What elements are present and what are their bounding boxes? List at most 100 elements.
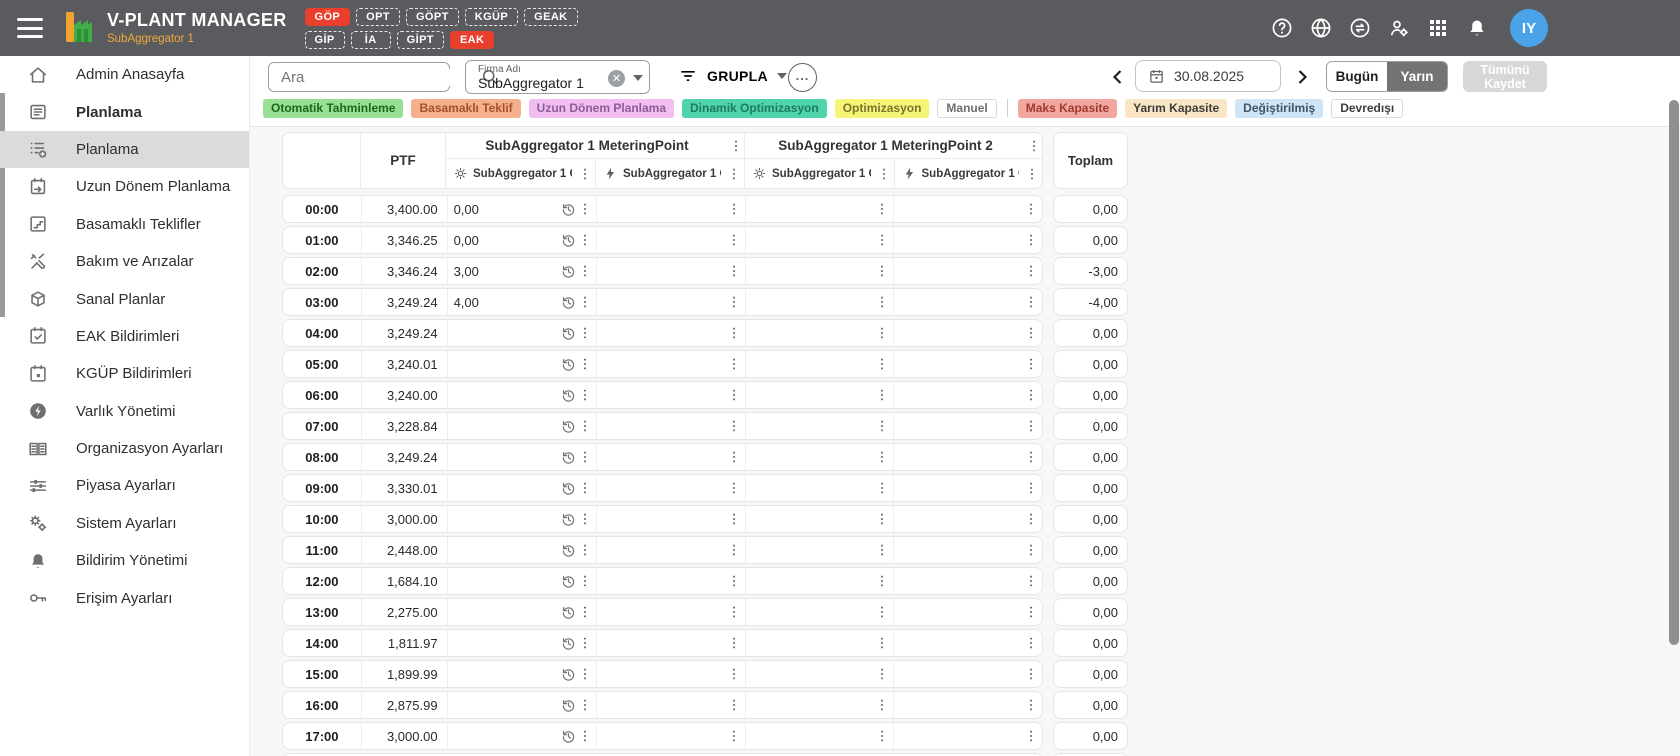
- sidebar-item-5[interactable]: Bakım ve Arızalar: [0, 243, 249, 280]
- history-icon[interactable]: [560, 201, 577, 218]
- kebab-icon[interactable]: [726, 510, 742, 528]
- sidebar-item-2[interactable]: Planlama: [0, 131, 249, 168]
- plan-value-cell[interactable]: [745, 630, 894, 656]
- kebab-icon[interactable]: [874, 386, 890, 404]
- history-icon[interactable]: [560, 449, 577, 466]
- kebab-icon[interactable]: [726, 727, 742, 745]
- avatar[interactable]: IY: [1510, 9, 1548, 47]
- kebab-icon[interactable]: [726, 386, 742, 404]
- sidebar-item-0[interactable]: Admin Anasayfa: [0, 56, 249, 93]
- kebab-icon[interactable]: [577, 417, 593, 435]
- plan-value-cell[interactable]: [596, 692, 745, 718]
- plan-value-cell[interactable]: [448, 351, 597, 377]
- history-icon[interactable]: [560, 387, 577, 404]
- kebab-icon[interactable]: [577, 727, 593, 745]
- sidebar-item-9[interactable]: Varlık Yönetimi: [0, 393, 249, 430]
- sidebar-item-13[interactable]: Bildirim Yönetimi: [0, 542, 249, 579]
- plan-value-cell[interactable]: 3,00: [448, 258, 597, 284]
- filter-chip[interactable]: Basamaklı Teklif: [411, 99, 520, 118]
- sidebar-item-11[interactable]: Piyasa Ayarları: [0, 467, 249, 504]
- plan-value-cell[interactable]: [596, 568, 745, 594]
- tomorrow-button[interactable]: Yarın: [1387, 62, 1447, 91]
- kebab-icon[interactable]: [1023, 417, 1039, 435]
- kebab-icon[interactable]: [1023, 479, 1039, 497]
- plan-value-cell[interactable]: [893, 227, 1042, 253]
- plan-value-cell[interactable]: [596, 661, 745, 687]
- kebab-icon[interactable]: [874, 603, 890, 621]
- kebab-icon[interactable]: [1026, 137, 1042, 155]
- history-icon[interactable]: [560, 542, 577, 559]
- kebab-icon[interactable]: [726, 355, 742, 373]
- history-icon[interactable]: [560, 728, 577, 745]
- kebab-icon[interactable]: [577, 355, 593, 373]
- filter-chip[interactable]: Değiştirilmiş: [1235, 99, 1323, 118]
- history-icon[interactable]: [560, 232, 577, 249]
- plan-value-cell[interactable]: [596, 382, 745, 408]
- plan-value-cell[interactable]: [448, 630, 597, 656]
- plan-value-cell[interactable]: 0,00: [448, 227, 597, 253]
- plan-value-cell[interactable]: 0,00: [448, 196, 597, 222]
- history-icon[interactable]: [560, 325, 577, 342]
- tab-eak[interactable]: EAK: [450, 31, 494, 49]
- tab-göpt[interactable]: GÖPT: [406, 8, 459, 26]
- kebab-icon[interactable]: [876, 165, 892, 183]
- plan-value-cell[interactable]: [596, 258, 745, 284]
- plan-value-cell[interactable]: [448, 413, 597, 439]
- kebab-icon[interactable]: [726, 448, 742, 466]
- plan-value-cell[interactable]: [745, 444, 894, 470]
- plan-value-cell[interactable]: [893, 537, 1042, 563]
- sidebar-item-7[interactable]: EAK Bildirimleri: [0, 318, 249, 355]
- company-select[interactable]: Firma Adı SubAggregator 1 ✕: [465, 60, 650, 94]
- plan-value-cell[interactable]: [893, 568, 1042, 594]
- kebab-icon[interactable]: [874, 200, 890, 218]
- kebab-icon[interactable]: [577, 293, 593, 311]
- plan-value-cell[interactable]: [893, 196, 1042, 222]
- tab-i̇a[interactable]: İA: [351, 31, 391, 49]
- tab-geak[interactable]: GEAK: [524, 8, 577, 26]
- plan-value-cell[interactable]: [448, 382, 597, 408]
- kebab-icon[interactable]: [874, 324, 890, 342]
- plan-value-cell[interactable]: [893, 258, 1042, 284]
- kebab-icon[interactable]: [874, 696, 890, 714]
- kebab-icon[interactable]: [577, 479, 593, 497]
- kebab-icon[interactable]: [728, 137, 744, 155]
- kebab-icon[interactable]: [726, 696, 742, 714]
- filter-chip[interactable]: Manuel: [937, 99, 996, 118]
- plan-value-cell[interactable]: [745, 351, 894, 377]
- kebab-icon[interactable]: [577, 262, 593, 280]
- tab-gi̇pt[interactable]: GİPT: [397, 31, 444, 49]
- plan-value-cell[interactable]: [745, 599, 894, 625]
- kebab-icon[interactable]: [1023, 355, 1039, 373]
- kebab-icon[interactable]: [577, 572, 593, 590]
- history-icon[interactable]: [560, 294, 577, 311]
- kebab-icon[interactable]: [726, 262, 742, 280]
- plan-value-cell[interactable]: [893, 351, 1042, 377]
- kebab-icon[interactable]: [874, 231, 890, 249]
- plan-value-cell[interactable]: [893, 692, 1042, 718]
- help-button[interactable]: [1270, 16, 1294, 40]
- notifications-button[interactable]: [1465, 16, 1489, 40]
- kebab-icon[interactable]: [1023, 727, 1039, 745]
- filter-chip[interactable]: Optimizasyon: [835, 99, 930, 118]
- sidebar-item-1[interactable]: Planlama: [0, 93, 249, 130]
- kebab-icon[interactable]: [577, 200, 593, 218]
- kebab-icon[interactable]: [874, 634, 890, 652]
- previous-day-button[interactable]: [1106, 65, 1130, 89]
- kebab-icon[interactable]: [726, 165, 742, 183]
- kebab-icon[interactable]: [874, 572, 890, 590]
- history-icon[interactable]: [560, 604, 577, 621]
- plan-value-cell[interactable]: 4,00: [448, 289, 597, 315]
- kebab-icon[interactable]: [726, 417, 742, 435]
- kebab-icon[interactable]: [874, 510, 890, 528]
- filter-chip[interactable]: Otomatik Tahminleme: [263, 99, 403, 118]
- kebab-icon[interactable]: [874, 355, 890, 373]
- kebab-icon[interactable]: [726, 231, 742, 249]
- kebab-icon[interactable]: [1023, 262, 1039, 280]
- plan-value-cell[interactable]: [745, 196, 894, 222]
- kebab-icon[interactable]: [726, 479, 742, 497]
- kebab-icon[interactable]: [726, 541, 742, 559]
- history-icon[interactable]: [560, 697, 577, 714]
- kebab-icon[interactable]: [577, 603, 593, 621]
- plan-value-cell[interactable]: [596, 444, 745, 470]
- chevron-down-icon[interactable]: [633, 75, 643, 81]
